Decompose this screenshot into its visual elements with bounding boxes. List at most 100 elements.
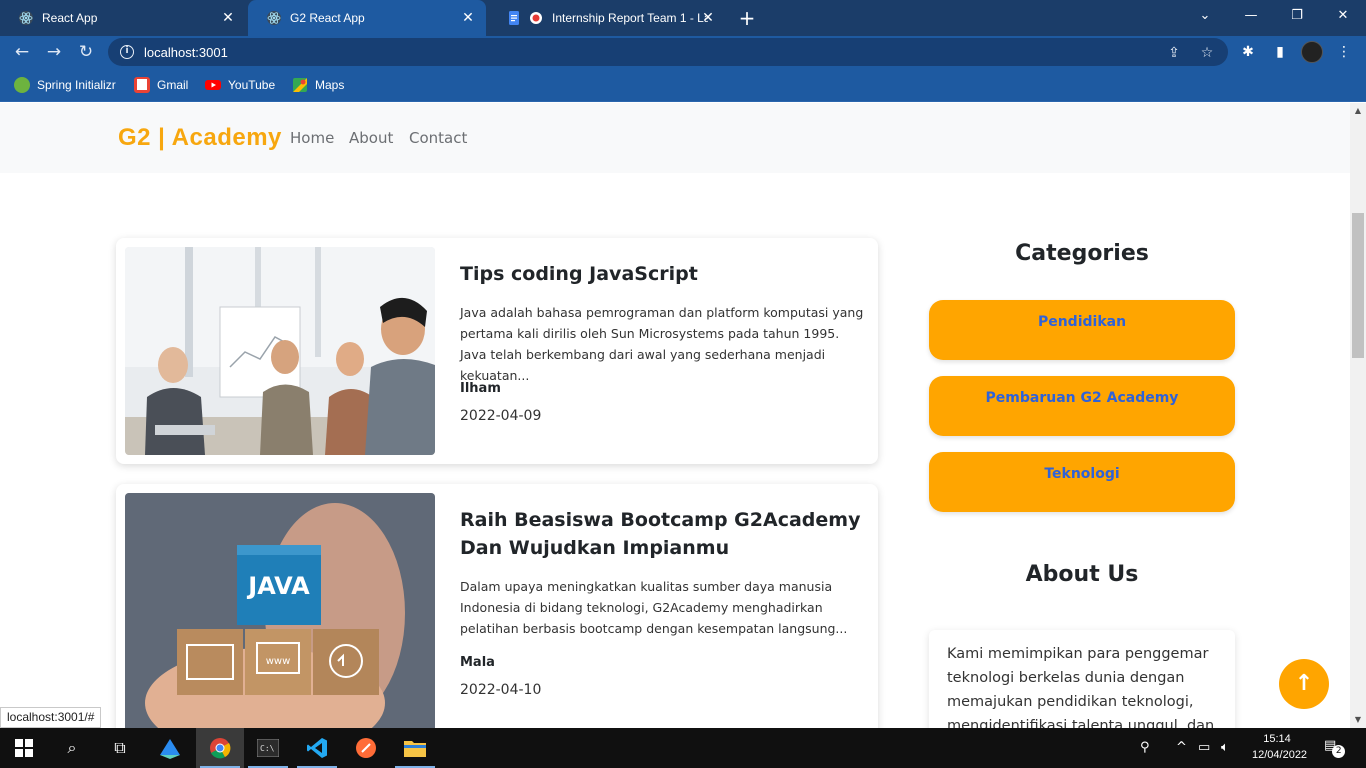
category-button-teknologi[interactable]: Teknologi xyxy=(929,452,1235,512)
windows-start-icon[interactable] xyxy=(0,728,48,768)
about-us-card: Kami memimpikan para penggemar teknologi… xyxy=(929,630,1235,728)
scroll-to-top-button[interactable]: ↑ xyxy=(1279,659,1329,709)
tab-internship-report[interactable]: Internship Report Team 1 - La ✕ xyxy=(488,0,726,36)
link-status-bubble: localhost:3001/# xyxy=(0,707,102,728)
tab-title: Internship Report Team 1 - La xyxy=(552,11,708,25)
nav-link-about[interactable]: About xyxy=(349,129,393,147)
clock-time: 15:14 xyxy=(1263,733,1291,745)
share-icon[interactable]: ⇪ xyxy=(1165,44,1183,62)
scroll-down-arrow-icon[interactable]: ▼ xyxy=(1350,712,1366,728)
terminal-icon[interactable]: C:\ xyxy=(244,728,292,768)
bookmark-label: Maps xyxy=(315,78,345,92)
arrow-up-icon: ↑ xyxy=(1294,671,1314,696)
scrollbar-thumb[interactable] xyxy=(1352,213,1364,358)
google-docs-icon xyxy=(509,11,519,25)
about-us-text: Kami memimpikan para penggemar teknologi… xyxy=(947,646,1215,728)
post-title[interactable]: Tips coding JavaScript xyxy=(460,260,870,288)
side-panel-icon[interactable]: ▮ xyxy=(1270,42,1290,62)
record-icon xyxy=(530,12,542,24)
app-icon[interactable] xyxy=(146,728,194,768)
nav-link-contact[interactable]: Contact xyxy=(409,129,467,147)
post-card[interactable]: JAVA www Raih Beasiswa Bootcamp G2Academ… xyxy=(116,484,878,728)
gmail-icon xyxy=(134,77,150,93)
show-hidden-icons-icon[interactable]: ^ xyxy=(1176,740,1187,755)
bookmark-star-icon[interactable]: ☆ xyxy=(1198,44,1216,62)
browser-toolbar: ← → ↻ i localhost:3001 ⇪ ☆ xyxy=(0,36,1366,68)
bookmark-youtube[interactable]: YouTube xyxy=(205,76,275,94)
post-author: Mala xyxy=(460,655,495,670)
react-icon xyxy=(267,11,281,25)
youtube-icon xyxy=(205,80,221,90)
windows-taskbar: ⌕ ⧉ C:\ ⚲ ^ ▭ 🔈︎ 15:14 12/04/2022 ▤2 xyxy=(0,728,1366,768)
bookmarks-bar: Spring Initializr Gmail YouTube Maps xyxy=(0,68,1366,102)
tab-title: G2 React App xyxy=(290,11,365,25)
chrome-icon[interactable] xyxy=(196,728,244,768)
site-info-icon[interactable]: i xyxy=(120,45,134,59)
java-blocks-photo: JAVA www xyxy=(125,493,435,728)
tab-search-icon[interactable]: ⌄ xyxy=(1182,0,1228,32)
new-tab-button[interactable]: + xyxy=(737,8,757,28)
post-image[interactable]: JAVA www xyxy=(125,493,435,728)
java-block-label: JAVA xyxy=(246,572,310,600)
system-clock[interactable]: 15:14 12/04/2022 xyxy=(1252,731,1308,763)
restore-icon[interactable]: ❐ xyxy=(1274,0,1320,32)
maps-icon xyxy=(293,78,307,92)
close-window-icon[interactable]: ✕ xyxy=(1320,0,1366,32)
brand-logo[interactable]: G2 | Academy xyxy=(118,124,282,152)
tab-react-app[interactable]: React App ✕ xyxy=(0,0,246,36)
spring-icon xyxy=(14,77,30,93)
page-scrollbar[interactable]: ▲ ▼ xyxy=(1350,103,1366,728)
close-tab-icon[interactable]: ✕ xyxy=(700,9,716,25)
page-viewport: G2 | Academy Home About Contact Tips cod… xyxy=(0,103,1350,728)
search-icon[interactable]: ⌕ xyxy=(48,728,96,768)
tab-g2-react-app[interactable]: G2 React App ✕ xyxy=(248,0,486,36)
browser-menu-icon[interactable]: ⋮ xyxy=(1334,42,1354,62)
post-title[interactable]: Raih Beasiswa Bootcamp G2Academy Dan Wuj… xyxy=(460,506,870,562)
svg-text:C:\: C:\ xyxy=(260,744,275,753)
close-tab-icon[interactable]: ✕ xyxy=(460,9,476,25)
post-date: 2022-04-09 xyxy=(460,408,542,424)
clock-date: 12/04/2022 xyxy=(1252,749,1308,761)
forward-icon[interactable]: → xyxy=(43,41,65,63)
bookmark-maps[interactable]: Maps xyxy=(292,76,344,94)
category-button-pendidikan[interactable]: Pendidikan xyxy=(929,300,1235,360)
postman-icon[interactable] xyxy=(342,728,390,768)
task-view-icon[interactable]: ⧉ xyxy=(96,728,144,768)
minimize-icon[interactable]: — xyxy=(1228,0,1274,32)
notification-count-badge: 2 xyxy=(1332,745,1346,758)
profile-avatar[interactable] xyxy=(1301,41,1323,63)
scroll-up-arrow-icon[interactable]: ▲ xyxy=(1350,103,1366,119)
close-tab-icon[interactable]: ✕ xyxy=(220,9,236,25)
react-icon xyxy=(19,11,33,25)
bookmark-label: Spring Initializr xyxy=(37,78,116,92)
nav-link-home[interactable]: Home xyxy=(290,129,334,147)
people-icon[interactable]: ⚲ xyxy=(1140,740,1150,755)
url-text: localhost:3001 xyxy=(144,44,228,60)
post-card[interactable]: Tips coding JavaScript Java adalah bahas… xyxy=(116,238,878,464)
bookmark-gmail[interactable]: Gmail xyxy=(134,76,188,94)
post-excerpt: Java adalah bahasa pemrograman dan platf… xyxy=(460,305,864,383)
back-icon[interactable]: ← xyxy=(11,41,33,63)
post-date: 2022-04-10 xyxy=(460,682,542,698)
file-explorer-icon[interactable] xyxy=(391,728,439,768)
post-excerpt: Dalam upaya meningkatkan kualitas sumber… xyxy=(460,579,848,636)
network-icon[interactable]: ▭ xyxy=(1198,740,1210,755)
address-bar[interactable]: i localhost:3001 ⇪ ☆ xyxy=(108,38,1228,66)
vscode-icon[interactable] xyxy=(293,728,341,768)
www-block-label: www xyxy=(266,656,291,667)
post-image[interactable] xyxy=(125,247,435,455)
reload-icon[interactable]: ↻ xyxy=(75,41,97,63)
office-meeting-photo xyxy=(125,247,435,455)
about-us-heading: About Us xyxy=(1025,562,1139,587)
bookmark-spring-initializr[interactable]: Spring Initializr xyxy=(14,76,116,94)
volume-icon[interactable]: 🔈︎ xyxy=(1221,740,1229,755)
bookmark-label: Gmail xyxy=(157,78,189,92)
post-author: Ilham xyxy=(460,381,501,396)
category-button-pembaruan[interactable]: Pembaruan G2 Academy xyxy=(929,376,1235,436)
notifications-icon[interactable]: ▤2 xyxy=(1324,738,1346,758)
tab-title: React App xyxy=(42,11,98,25)
extensions-icon[interactable]: ✱ xyxy=(1238,42,1258,62)
bookmark-label: YouTube xyxy=(228,78,276,92)
browser-tab-strip: React App ✕ G2 React App ✕ Internship Re… xyxy=(0,0,1366,36)
site-navbar: G2 | Academy Home About Contact xyxy=(0,103,1350,173)
